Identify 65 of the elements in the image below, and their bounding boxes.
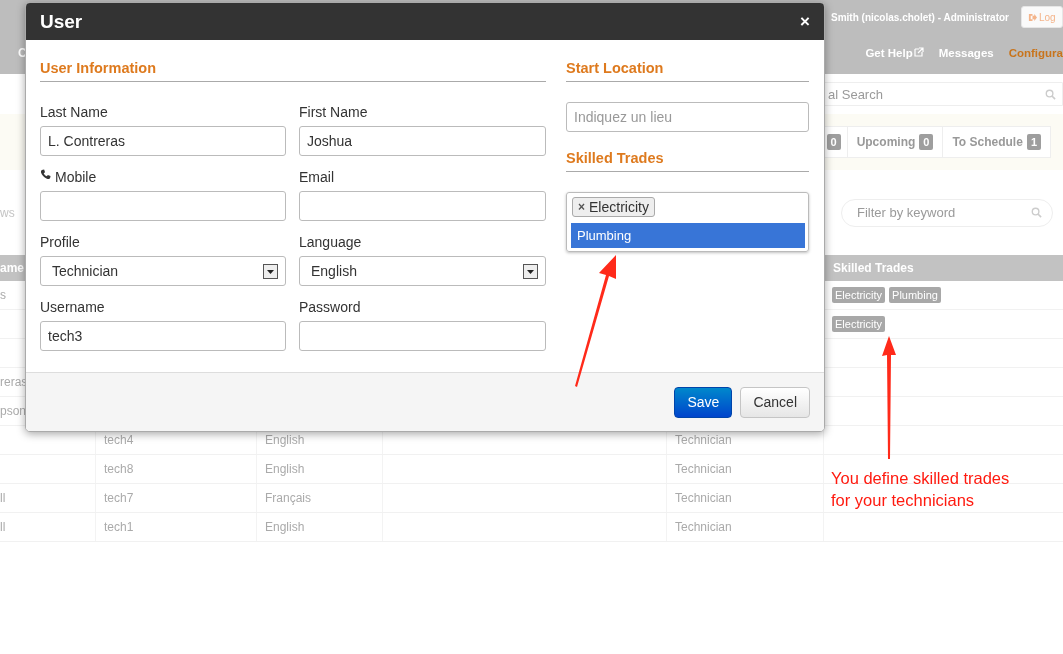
trades-field[interactable]: × Electricity Plumbing bbox=[566, 192, 809, 252]
count-badge: 1 bbox=[1026, 134, 1041, 150]
table-cell: English bbox=[265, 433, 305, 447]
field-label: First Name bbox=[299, 104, 368, 120]
table-cell: Français bbox=[265, 491, 311, 505]
input-field[interactable] bbox=[299, 321, 546, 351]
section-heading: Skilled Trades bbox=[566, 150, 809, 172]
external-link-icon bbox=[913, 47, 924, 57]
search-icon bbox=[1045, 88, 1056, 100]
phone-icon bbox=[40, 169, 51, 180]
tab[interactable]: To Schedule 1 bbox=[942, 127, 1050, 157]
trade-tag: Plumbing bbox=[889, 287, 941, 303]
table-cell: English bbox=[265, 520, 305, 534]
table-cell: tech1 bbox=[104, 520, 134, 534]
table-cell: Technician bbox=[675, 433, 732, 447]
table-cell: English bbox=[265, 462, 305, 476]
column-header: Skilled Trades bbox=[832, 261, 914, 275]
tab[interactable]: 0 bbox=[818, 127, 847, 157]
field-label: Password bbox=[299, 299, 361, 315]
column-header: ame bbox=[0, 261, 25, 275]
dialog-title: User bbox=[40, 10, 83, 33]
trade-tag[interactable]: × Electricity bbox=[572, 197, 655, 217]
table-cell: Technician bbox=[675, 491, 732, 505]
table-cell: Technician bbox=[675, 520, 732, 534]
field-label: Last Name bbox=[40, 104, 108, 120]
remove-button[interactable]: × bbox=[578, 200, 585, 214]
dropdown-option[interactable]: Plumbing bbox=[571, 223, 805, 248]
table-cell: s bbox=[0, 288, 6, 302]
dropdown-icon bbox=[263, 263, 278, 279]
cancel-button[interactable]: Cancel bbox=[740, 386, 810, 418]
input-field[interactable] bbox=[40, 191, 286, 221]
dropdown-icon bbox=[523, 263, 538, 279]
table-cell: ll bbox=[0, 520, 6, 534]
table-cell: Technician bbox=[675, 462, 732, 476]
field-label: Email bbox=[299, 169, 334, 185]
trade-tag: Electricity bbox=[832, 287, 886, 303]
input-field[interactable]: Joshua bbox=[299, 126, 546, 156]
field-label: Language bbox=[299, 234, 362, 250]
annotation-text: You define skilled trades for your technicians bbox=[831, 468, 1011, 511]
section-heading: User Information bbox=[40, 60, 546, 82]
close-button[interactable]: × bbox=[800, 11, 810, 32]
save-button[interactable]: Save bbox=[674, 386, 733, 418]
table-cell: pson bbox=[0, 404, 27, 418]
count-badge: 0 bbox=[919, 134, 934, 150]
field-label: Profile bbox=[40, 234, 80, 250]
table-cell: tech4 bbox=[104, 433, 134, 447]
input-field[interactable]: L. Contreras bbox=[40, 126, 286, 156]
select-field[interactable]: English bbox=[299, 256, 546, 286]
field-label: Mobile bbox=[55, 169, 97, 185]
table-cell: ll bbox=[0, 491, 6, 505]
logout-icon bbox=[1028, 12, 1037, 22]
section-heading: Start Location bbox=[566, 60, 809, 82]
trade-tag: Electricity bbox=[832, 316, 886, 332]
search-icon bbox=[1031, 207, 1042, 218]
views-label: ws bbox=[0, 205, 15, 220]
table-cell: tech7 bbox=[104, 491, 134, 505]
select-field[interactable]: Technician bbox=[40, 256, 286, 286]
input-field[interactable]: tech3 bbox=[40, 321, 286, 351]
count-badge: 0 bbox=[826, 134, 841, 150]
user-name: Smith (nicolas.cholet) - Administrator bbox=[831, 11, 1009, 23]
field-label: Username bbox=[40, 299, 105, 315]
tab[interactable]: Upcoming 0 bbox=[846, 127, 943, 157]
location-field[interactable]: Indiquez un lieu bbox=[566, 102, 809, 132]
table-cell: tech8 bbox=[104, 462, 134, 476]
input-field[interactable] bbox=[299, 191, 546, 221]
